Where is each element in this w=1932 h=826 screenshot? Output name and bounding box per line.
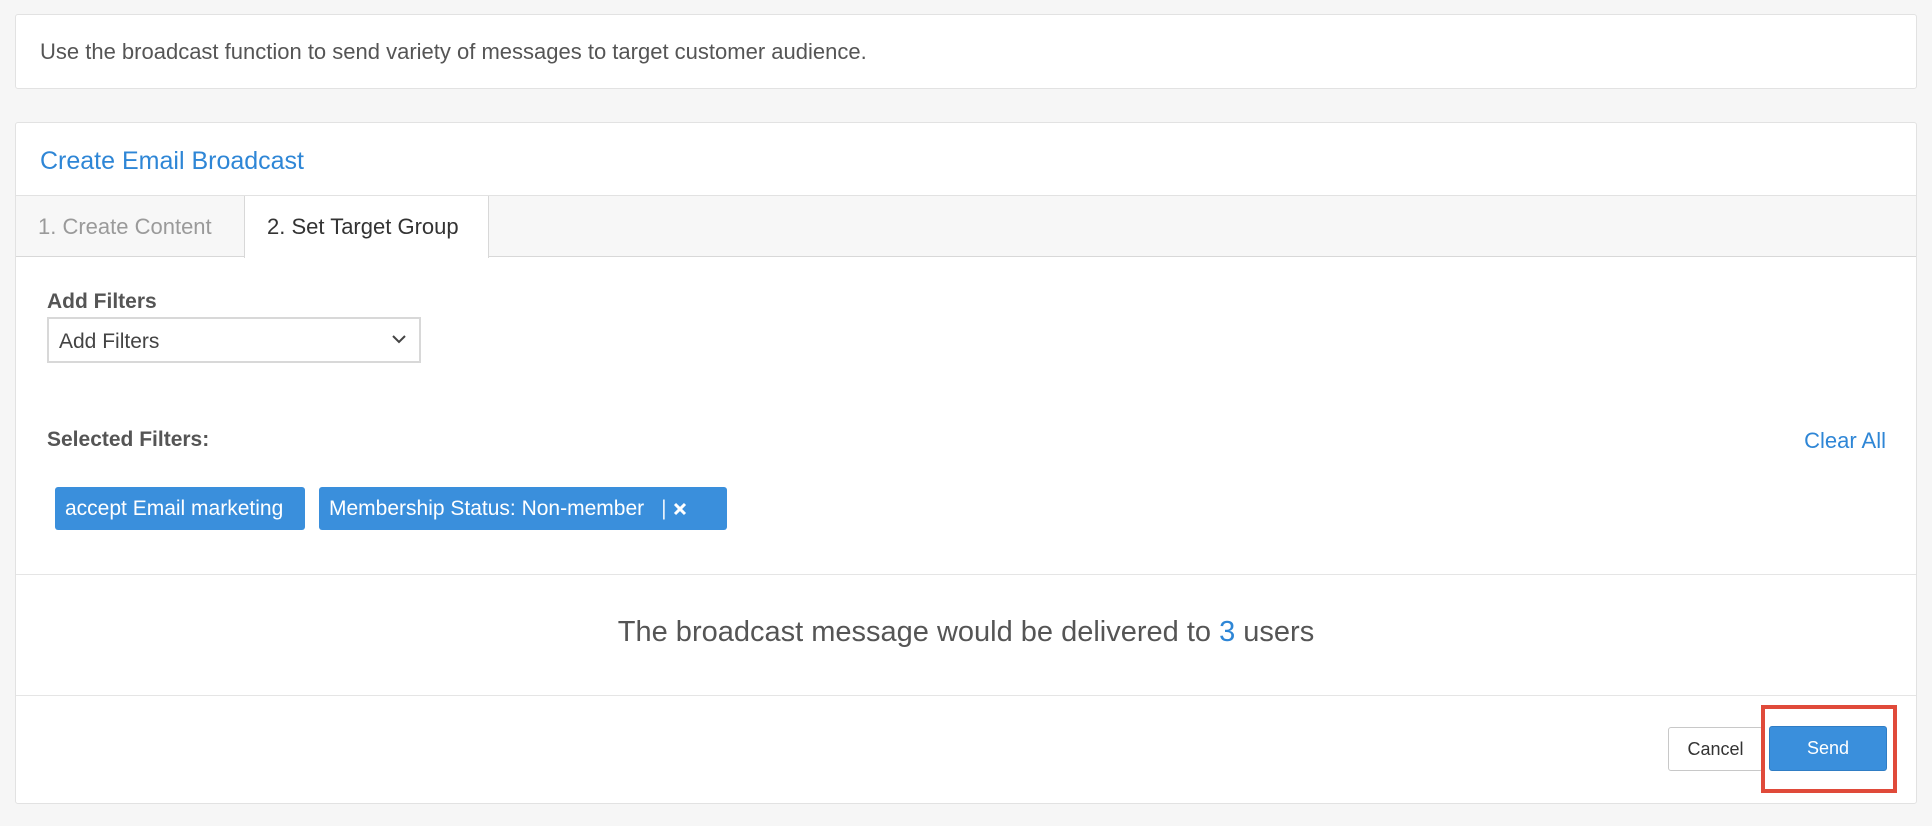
delivery-summary: The broadcast message would be delivered… xyxy=(16,616,1916,649)
filter-chip-email-marketing[interactable]: accept Email marketing xyxy=(55,487,305,530)
delivery-prefix: The broadcast message would be delivered… xyxy=(617,616,1212,648)
info-banner: Use the broadcast function to send varie… xyxy=(15,14,1917,89)
divider xyxy=(16,574,1916,575)
panel-title: Create Email Broadcast xyxy=(40,147,305,175)
tab-set-target-group[interactable]: 2. Set Target Group xyxy=(244,196,489,258)
info-text: Use the broadcast function to send varie… xyxy=(40,39,867,64)
tab-bar: 1. Create Content 2. Set Target Group xyxy=(16,195,1916,258)
send-button[interactable]: Send xyxy=(1769,726,1887,771)
add-filters-dropdown[interactable]: Add Filters xyxy=(47,317,421,363)
broadcast-panel: Create Email Broadcast 1. Create Content… xyxy=(15,122,1917,804)
tab-create-content-label: 1. Create Content xyxy=(38,213,212,239)
filter-chip-membership-status[interactable]: Membership Status: Non-member | xyxy=(319,487,727,530)
chip-separator: | xyxy=(661,496,667,520)
close-icon[interactable] xyxy=(673,502,687,516)
tab-create-content[interactable]: 1. Create Content xyxy=(16,196,244,257)
filter-chip-label: accept Email marketing xyxy=(65,496,284,520)
selected-filters-label: Selected Filters: xyxy=(47,428,210,451)
delivery-suffix: users xyxy=(1243,616,1315,648)
divider xyxy=(16,695,1916,696)
cancel-button[interactable]: Cancel xyxy=(1668,727,1763,771)
chevron-down-icon xyxy=(392,335,406,344)
add-filters-label: Add Filters xyxy=(47,290,157,313)
tab-set-target-group-label: 2. Set Target Group xyxy=(267,214,459,239)
clear-all-link[interactable]: Clear All xyxy=(1804,428,1886,454)
filter-chip-label: Membership Status: Non-member xyxy=(329,496,645,520)
add-filters-dropdown-value: Add Filters xyxy=(59,330,160,353)
delivery-count: 3 xyxy=(1219,616,1236,648)
